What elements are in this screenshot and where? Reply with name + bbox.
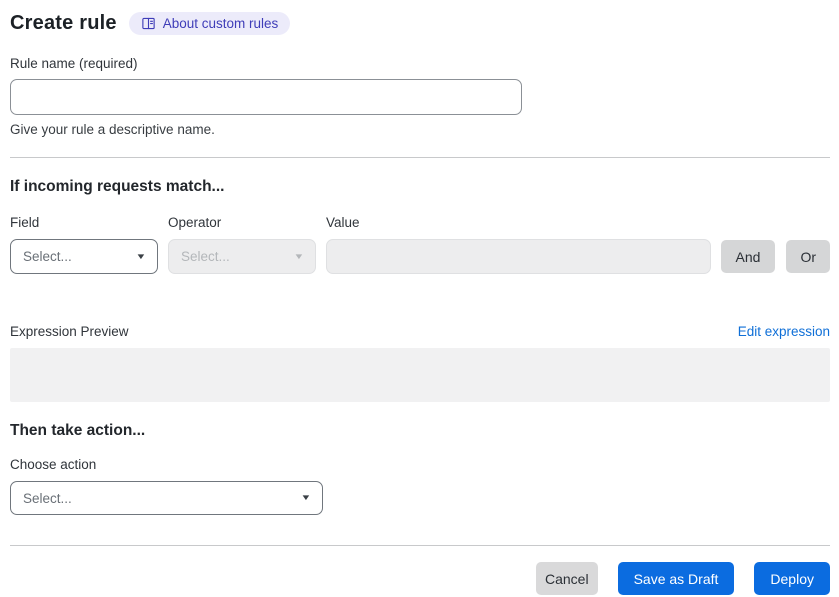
or-button[interactable]: Or xyxy=(786,240,830,273)
page-title: Create rule xyxy=(10,12,117,34)
value-input[interactable] xyxy=(326,239,711,274)
expression-preview-box xyxy=(10,348,830,402)
chevron-down-icon: ▼ xyxy=(300,493,312,502)
field-select-value: Select... xyxy=(23,249,72,264)
operator-label: Operator xyxy=(168,215,222,230)
expression-preview-label: Expression Preview xyxy=(10,324,129,339)
value-column: Value xyxy=(326,215,711,274)
rule-name-helper-text: Give your rule a descriptive name. xyxy=(10,122,215,137)
edit-expression-link[interactable]: Edit expression xyxy=(738,324,830,339)
section-divider xyxy=(10,157,830,158)
footer-divider xyxy=(10,545,830,546)
save-as-draft-button[interactable]: Save as Draft xyxy=(617,562,735,595)
and-button[interactable]: And xyxy=(720,240,776,273)
rule-name-label: Rule name (required) xyxy=(10,56,138,71)
field-column: Field Select... ▼ xyxy=(10,215,158,274)
about-badge-label: About custom rules xyxy=(162,15,279,31)
deploy-button[interactable]: Deploy xyxy=(754,562,830,595)
book-icon xyxy=(141,16,156,31)
action-section-heading: Then take action... xyxy=(10,422,146,439)
create-rule-page: Create rule About custom rules Rule name… xyxy=(0,0,839,597)
operator-column: Operator Select... ▼ xyxy=(168,215,316,274)
cancel-button[interactable]: Cancel xyxy=(535,562,598,595)
expression-preview-header: Expression Preview Edit expression xyxy=(10,324,830,339)
operator-select[interactable]: Select... ▼ xyxy=(168,239,316,274)
choose-action-select[interactable]: Select... ▼ xyxy=(10,481,323,515)
choose-action-label: Choose action xyxy=(10,457,97,472)
footer-actions: Cancel Save as Draft Deploy xyxy=(10,562,830,595)
choose-action-select-value: Select... xyxy=(23,490,72,506)
value-label: Value xyxy=(326,215,360,230)
condition-row: Field Select... ▼ Operator Select... ▼ V… xyxy=(10,215,830,274)
field-label: Field xyxy=(10,215,40,230)
operator-select-value: Select... xyxy=(181,249,230,264)
chevron-down-icon: ▼ xyxy=(293,251,305,261)
field-select[interactable]: Select... ▼ xyxy=(10,239,158,274)
rule-name-input[interactable] xyxy=(10,79,522,115)
about-custom-rules-link[interactable]: About custom rules xyxy=(128,12,291,35)
chevron-down-icon: ▼ xyxy=(135,251,147,261)
match-section-heading: If incoming requests match... xyxy=(10,178,225,195)
page-header: Create rule About custom rules xyxy=(10,12,830,35)
